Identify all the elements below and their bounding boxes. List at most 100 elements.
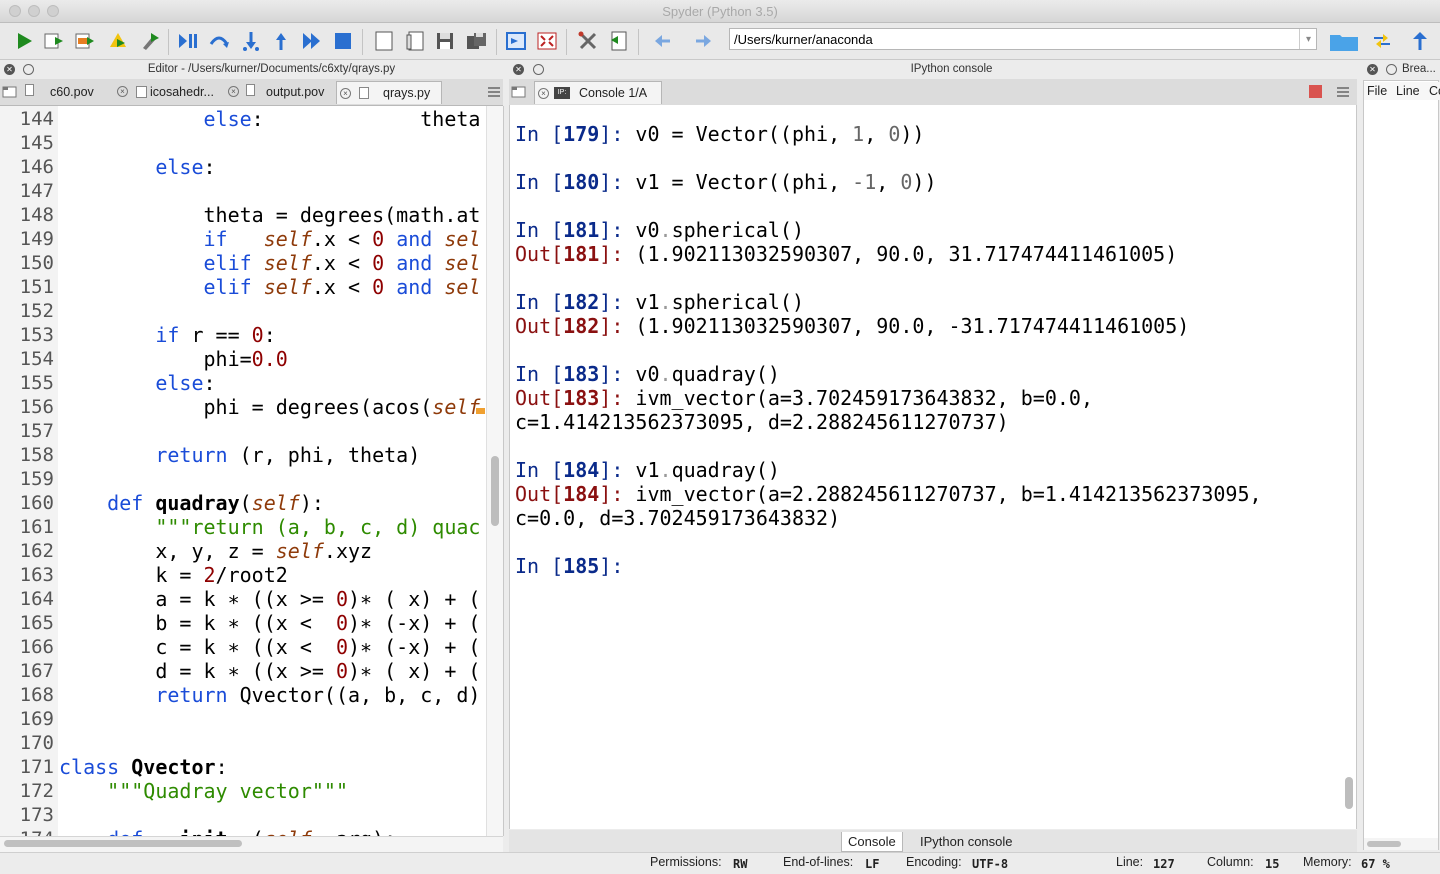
close-tab-icon[interactable]: ×: [340, 88, 351, 99]
chevron-down-icon[interactable]: ▾: [1299, 29, 1317, 49]
breakpoints-scrollbar-thumb[interactable]: [1367, 841, 1401, 847]
code-text: b = k ∗ ((x < 0)∗ (-x) + (: [59, 611, 480, 635]
code-token: self: [275, 539, 324, 563]
close-tab-icon[interactable]: ×: [538, 88, 549, 99]
code-token: 0: [372, 275, 385, 299]
code-token: self: [263, 275, 312, 299]
maximize-pane-icon[interactable]: [504, 29, 528, 53]
options-menu-icon[interactable]: [486, 85, 502, 99]
console-line: In [179]: v0 = Vector((phi, 1, 0)): [515, 122, 924, 146]
code-token: Qvector: [131, 755, 216, 779]
code-token: elif: [203, 275, 252, 299]
code-token: else: [155, 371, 204, 395]
code-text: phi = degrees(acos(self: [59, 395, 480, 419]
preferences-icon[interactable]: [576, 29, 600, 53]
console-token: ]:: [599, 458, 636, 482]
console-scrollbar-thumb[interactable]: [1345, 777, 1353, 809]
breakpoints-table[interactable]: [1363, 80, 1439, 850]
code-token: ):: [299, 491, 324, 515]
console-token: In [: [515, 362, 564, 386]
line-number: 168: [19, 684, 54, 706]
close-tab-icon[interactable]: ×: [228, 86, 239, 97]
line-number: 161: [19, 516, 54, 538]
tab-console-1a[interactable]: × IP: Console 1/A: [534, 81, 662, 104]
code-line: 156 phi = degrees(acos(self: [0, 395, 486, 419]
code-token: .x <: [311, 275, 373, 299]
set-working-dir-icon[interactable]: [1370, 29, 1394, 53]
console-line: In [180]: v1 = Vector((phi, -1, 0)): [515, 170, 937, 194]
step-into-icon[interactable]: [239, 29, 263, 53]
code-line: 173: [0, 803, 486, 827]
console-token: .: [659, 458, 672, 482]
step-return-icon[interactable]: [269, 29, 293, 53]
close-icon[interactable]: ✕: [1367, 64, 1378, 75]
continue-icon[interactable]: [300, 29, 324, 53]
open-file-icon[interactable]: [403, 29, 427, 53]
python-path-icon[interactable]: [607, 29, 631, 53]
code-token: )∗ ( x) + (: [348, 587, 481, 611]
console-token: ]:: [599, 290, 636, 314]
run-icon[interactable]: [12, 29, 36, 53]
code-token: sel: [444, 275, 481, 299]
column-header-line[interactable]: Line: [1393, 82, 1427, 100]
tab-ipython-console[interactable]: IPython console: [914, 832, 1019, 851]
forward-icon[interactable]: [691, 29, 715, 53]
warning-marker[interactable]: [476, 408, 485, 414]
back-icon[interactable]: [651, 29, 675, 53]
editor-scrollbar-thumb[interactable]: [491, 456, 499, 526]
tab-icosahedr[interactable]: icosahedr...: [136, 81, 231, 104]
code-token: d = k ∗ ((x >=: [59, 659, 336, 683]
code-text: elif self.x < 0 and sel: [59, 251, 481, 275]
debug-icon[interactable]: [176, 29, 200, 53]
options-menu-icon[interactable]: [1335, 85, 1351, 99]
column-header-file[interactable]: File: [1364, 82, 1394, 100]
browse-folder-icon[interactable]: [1329, 29, 1359, 53]
code-token: k =: [59, 563, 204, 587]
code-line: 167 d = k ∗ ((x >= 0)∗ ( x) + (: [0, 659, 486, 683]
browse-tabs-icon[interactable]: [511, 85, 527, 99]
fullscreen-icon[interactable]: [535, 29, 559, 53]
code-token: self: [264, 827, 312, 836]
line-number: 172: [19, 780, 54, 802]
stop-debug-icon[interactable]: [331, 29, 355, 53]
column-header-condition[interactable]: Co: [1426, 82, 1440, 100]
console-title: IPython console: [910, 63, 993, 75]
tab-output-pov[interactable]: output.pov: [266, 81, 336, 104]
breakpoints-horizontal-scrollbar[interactable]: [1364, 838, 1438, 850]
line-number: 163: [19, 564, 54, 586]
editor-horizontal-scrollbar-thumb[interactable]: [4, 840, 242, 847]
line-number: 164: [19, 588, 54, 610]
console-token: ivm_vector(a=3.702459173643832, b=0.0,: [635, 386, 1093, 410]
undock-icon[interactable]: [1386, 64, 1397, 75]
toolbar-separator: [566, 29, 567, 55]
tab-qrays-py[interactable]: × qrays.py: [336, 81, 442, 104]
browse-tabs-icon[interactable]: [2, 85, 18, 99]
code-token: :: [215, 755, 228, 779]
working-directory-input[interactable]: [729, 28, 1317, 50]
breakpoints-pane-header: ✕ Brea...: [1363, 60, 1440, 79]
step-icon[interactable]: [207, 29, 231, 53]
run-cell-advance-icon[interactable]: [106, 29, 130, 53]
line-label: Line:: [1116, 855, 1144, 869]
debug-cell-icon[interactable]: [138, 29, 162, 53]
tab-console[interactable]: Console: [841, 832, 903, 852]
line-number: 146: [19, 156, 54, 178]
run-file-icon[interactable]: [42, 29, 66, 53]
encoding-value: UTF-8: [972, 857, 1009, 871]
run-cell-icon[interactable]: [73, 29, 97, 53]
ipython-console-output[interactable]: In [179]: v0 = Vector((phi, 1, 0)) In [18…: [509, 105, 1357, 829]
save-all-icon[interactable]: [464, 29, 488, 53]
parent-dir-icon[interactable]: [1408, 29, 1432, 53]
console-token: ]:: [599, 314, 636, 338]
code-editor[interactable]: 144 else: theta 145 146 else: 147 148 theta …: [0, 106, 504, 836]
new-file-icon[interactable]: [372, 29, 396, 53]
close-tab-icon[interactable]: ×: [117, 86, 128, 97]
tab-c60-pov[interactable]: c60.pov: [50, 81, 122, 104]
console-token: quadray(): [671, 362, 780, 386]
save-icon[interactable]: [433, 29, 457, 53]
code-token: __init__: [155, 827, 251, 836]
stop-kernel-icon[interactable]: [1309, 85, 1322, 98]
